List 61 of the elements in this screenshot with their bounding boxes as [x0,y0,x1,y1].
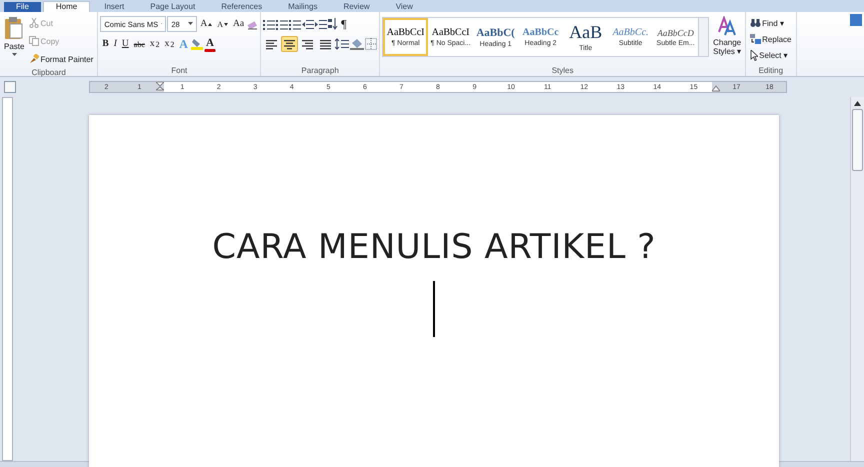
ribbon-tab[interactable]: Page Layout [138,2,208,12]
replace-button[interactable]: Replace [748,31,794,47]
cursor-arrow-icon [750,50,758,60]
vertical-scrollbar[interactable] [850,97,864,461]
ribbon-tab[interactable]: View [384,2,425,12]
scroll-thumb[interactable] [852,109,863,171]
format-button[interactable]: abc [132,36,147,52]
group-label: Clipboard [30,67,67,78]
document-heading: CARA MENULIS ARTIKEL ? [212,227,656,267]
replace-icon [750,34,762,44]
format-button[interactable]: B [100,36,111,52]
decrease-indent-icon[interactable] [302,18,314,30]
document-page[interactable]: CARA MENULIS ARTIKEL ? [89,115,779,467]
format-button[interactable]: U [120,36,131,52]
ribbon-tab[interactable]: File [4,2,41,12]
highlighter-icon[interactable] [190,38,203,50]
scroll-up-icon[interactable] [854,101,861,106]
format-button[interactable]: I [112,36,119,52]
grow-font-button[interactable]: A [198,16,214,32]
borders-icon[interactable] [365,38,378,50]
align-button[interactable] [281,36,298,52]
align-right-icon [301,38,314,50]
line-spacing-icon[interactable] [335,38,350,50]
format-painter-button[interactable]: Format Painter [27,51,96,67]
text-cursor [433,281,435,337]
eraser-icon[interactable] [247,18,258,30]
ribbon-tab[interactable]: Mailings [276,2,330,12]
clipboard-icon [4,16,24,40]
align-center-icon [283,38,296,50]
group-label: Styles [550,65,575,76]
increase-indent-icon[interactable] [315,18,328,30]
find-button[interactable]: Find ▾ [748,15,794,31]
ribbon-tab[interactable]: Insert [92,2,136,12]
change-styles-button[interactable]: Change Styles ▾ [711,15,744,61]
copy-icon [29,36,40,46]
font-color-button[interactable]: A [204,36,216,52]
multilevel-list-icon[interactable] [289,18,302,30]
binoculars-icon [750,18,762,28]
change-case-button[interactable]: Aa [231,16,246,32]
scissors-icon [29,18,40,28]
tab-selector[interactable] [4,81,16,93]
group-label: Editing [758,65,784,76]
ribbon-tab[interactable]: Home [42,1,90,12]
paste-button[interactable]: Paste [2,15,26,63]
sort-icon[interactable] [328,18,338,30]
group-label: Paragraph [300,65,340,76]
paintbrush-icon [29,54,40,64]
show-formatting-button[interactable]: ¶ [339,16,349,32]
align-justify-icon [319,38,332,50]
styles-letters-icon [717,16,738,36]
paint-bucket-icon[interactable] [350,38,364,50]
group-label: Font [170,65,188,76]
select-button[interactable]: Select ▾ [748,47,794,63]
shrink-font-button[interactable]: A [215,16,230,32]
bullets-icon[interactable] [263,18,276,30]
ribbon-tab[interactable]: Review [331,2,382,12]
ribbon-tab[interactable]: References [209,2,274,12]
numbering-icon[interactable] [276,18,288,30]
up-caret-icon [208,22,212,26]
down-caret-icon [224,22,228,26]
align-left-icon [265,38,278,50]
